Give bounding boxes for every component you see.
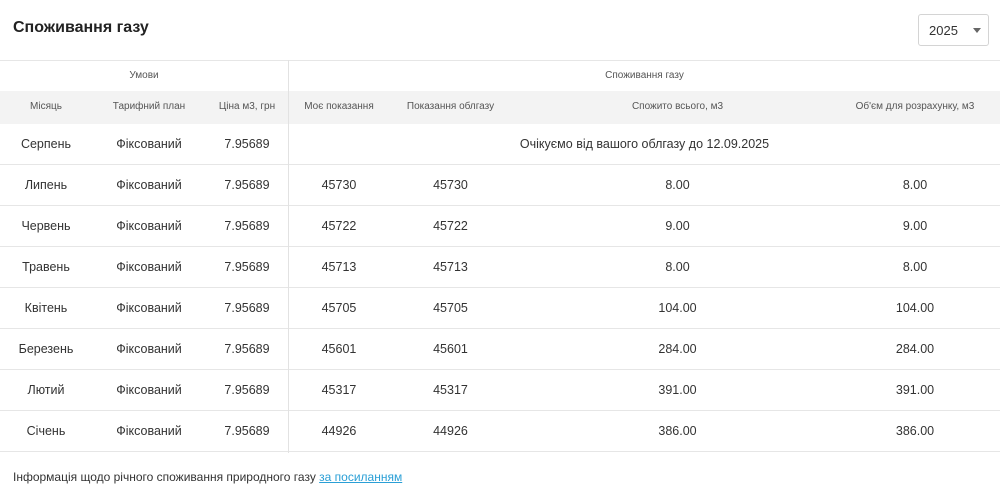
cell-obl: 45722	[433, 219, 468, 233]
cell-obl: 44926	[433, 424, 468, 438]
cell-calc: 391.00	[895, 383, 935, 397]
table-row: Липень Фіксований 7.95689 45730 45730 8.00 8.0…	[0, 165, 1000, 206]
col-total: Спожито всього, м3	[631, 101, 724, 112]
cell-month: Квітень	[24, 301, 68, 315]
cell-price: 7.95689	[224, 342, 270, 356]
cell-calc: 386.00	[895, 424, 935, 438]
group-divider	[288, 60, 289, 453]
consumption-table: Умови Споживання газу Місяць Тарифний пл…	[0, 60, 1000, 452]
table-row: Серпень Фіксований 7.95689 Очікуємо від ваш…	[0, 124, 1000, 165]
cell-plan: Фіксований	[116, 424, 182, 438]
cell-obl: 45601	[433, 342, 468, 356]
cell-total: 284.00	[658, 342, 697, 356]
cell-obl: 45730	[433, 178, 468, 192]
table-row: Квітень Фіксований 7.95689 45705 45705 104.00…	[0, 288, 1000, 329]
cell-price: 7.95689	[224, 137, 270, 151]
cell-calc: 284.00	[895, 342, 935, 356]
cell-total: 9.00	[665, 219, 690, 233]
footer-link[interactable]: за посиланням	[319, 470, 402, 484]
col-month: Місяць	[30, 101, 62, 112]
table-column-header: Місяць Тарифний план Ціна м3, грн Моє по…	[0, 91, 1000, 124]
cell-price: 7.95689	[224, 301, 270, 315]
cell-total: 8.00	[665, 260, 690, 274]
cell-month: Серпень	[20, 137, 72, 151]
cell-price: 7.95689	[224, 260, 270, 274]
cell-obl: 45713	[433, 260, 468, 274]
cell-month: Червень	[21, 219, 71, 233]
cell-plan: Фіксований	[116, 178, 182, 192]
table-group-header: Умови Споживання газу	[0, 60, 1000, 91]
page-header: Споживання газу 2025	[0, 0, 1000, 60]
table-row: Березень Фіксований 7.95689 45601 45601 284.0…	[0, 329, 1000, 370]
cell-total: 391.00	[658, 383, 697, 397]
pending-notice: Очікуємо від вашого облгазу до 12.09.202…	[519, 137, 770, 151]
cell-mine: 45722	[321, 219, 357, 233]
cell-month: Лютий	[27, 383, 65, 397]
cell-price: 7.95689	[224, 178, 270, 192]
cell-calc: 8.00	[902, 260, 928, 274]
col-mine: Моє показання	[304, 101, 374, 112]
cell-mine: 45601	[321, 342, 357, 356]
col-plan: Тарифний план	[112, 101, 186, 112]
cell-mine: 45317	[321, 383, 357, 397]
cell-price: 7.95689	[224, 219, 270, 233]
footer-info: Інформація щодо річного споживання приро…	[13, 470, 402, 484]
cell-plan: Фіксований	[116, 219, 182, 233]
year-select[interactable]: 2025	[918, 14, 989, 46]
cell-obl: 45705	[433, 301, 468, 315]
table-row: Травень Фіксований 7.95689 45713 45713 8.00 8.…	[0, 247, 1000, 288]
group-consumption: Споживання газу	[605, 70, 684, 81]
cell-mine: 45705	[321, 301, 357, 315]
cell-price: 7.95689	[224, 424, 270, 438]
table-row: Лютий Фіксований 7.95689 45317 45317 391.00 39…	[0, 370, 1000, 411]
cell-mine: 45713	[321, 260, 357, 274]
cell-month: Липень	[24, 178, 68, 192]
cell-plan: Фіксований	[116, 137, 182, 151]
cell-month: Травень	[22, 260, 70, 274]
cell-plan: Фіксований	[116, 342, 182, 356]
col-obl: Показання облгазу	[406, 101, 495, 112]
col-calc: Об'єм для розрахунку, м3	[855, 101, 975, 112]
cell-mine: 45730	[321, 178, 357, 192]
cell-plan: Фіксований	[116, 260, 182, 274]
table-row: Червень Фіксований 7.95689 45722 45722 9.00 9.…	[0, 206, 1000, 247]
page-title: Споживання газу	[13, 19, 149, 36]
cell-month: Березень	[18, 342, 74, 356]
cell-calc: 8.00	[902, 178, 928, 192]
footer-text: Інформація щодо річного споживання приро…	[13, 470, 320, 484]
table-body: Серпень Фіксований 7.95689 Очікуємо від ваш…	[0, 124, 1000, 452]
group-conditions: Умови	[129, 70, 159, 81]
cell-calc: 9.00	[902, 219, 928, 233]
cell-price: 7.95689	[224, 383, 270, 397]
cell-plan: Фіксований	[116, 301, 182, 315]
cell-month: Січень	[26, 424, 66, 438]
cell-obl: 45317	[433, 383, 468, 397]
cell-calc: 104.00	[895, 301, 935, 315]
col-price: Ціна м3, грн	[218, 101, 276, 112]
year-select-value: 2025	[929, 23, 958, 38]
cell-total: 386.00	[658, 424, 697, 438]
cell-plan: Фіксований	[116, 383, 182, 397]
table-row: Січень Фіксований 7.95689 44926 44926 386.00 3…	[0, 411, 1000, 452]
chevron-down-icon	[973, 28, 981, 33]
cell-total: 8.00	[665, 178, 690, 192]
cell-mine: 44926	[321, 424, 357, 438]
cell-total: 104.00	[658, 301, 697, 315]
